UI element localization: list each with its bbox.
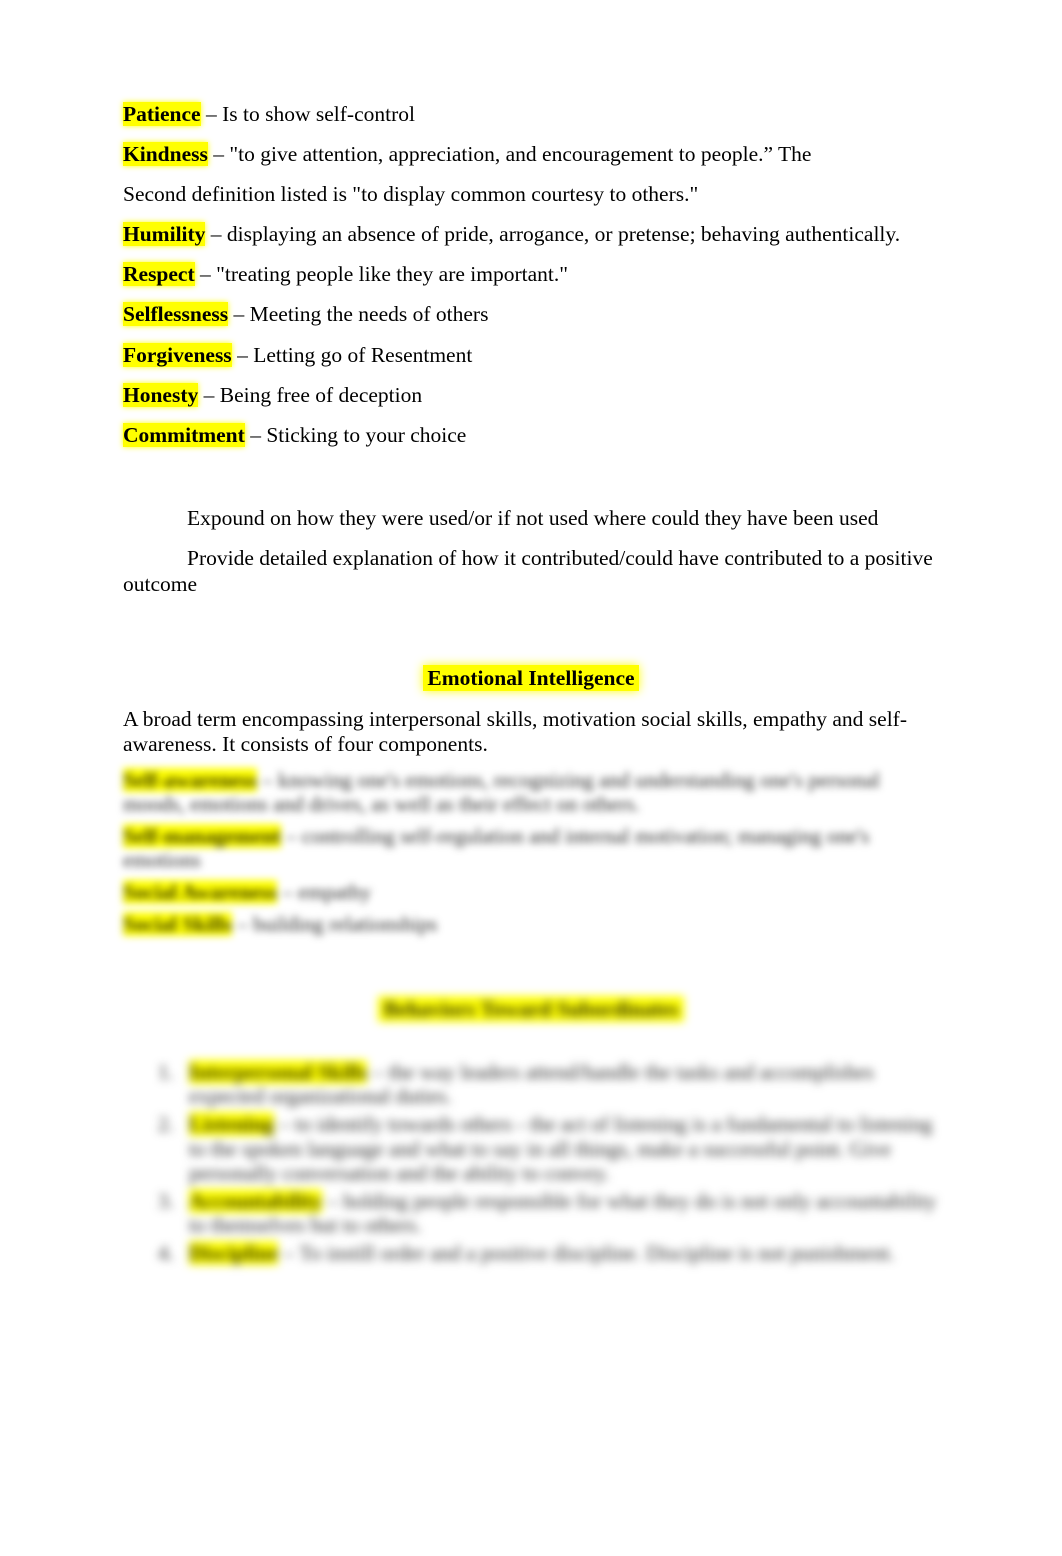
list-item-term: Listening [189, 1112, 274, 1137]
document-page: Patience – Is to show self-control Kindn… [0, 0, 1062, 1556]
trait-line-commitment: Commitment – Sticking to your choice [123, 422, 939, 447]
trait-term: Kindness [123, 142, 208, 167]
component-term: Self-management [123, 823, 281, 848]
list-item-term: Interpersonal Skills [189, 1060, 368, 1085]
component-term: Social Awareness [123, 879, 278, 904]
component-text: – building relationships [231, 911, 438, 936]
trait-term: Forgiveness [123, 342, 232, 367]
list-item-text: – to identify towards others - the act o… [189, 1112, 933, 1185]
trait-definition: – Being free of deception [198, 382, 423, 407]
component-social-awareness: Social Awareness – empathy [123, 879, 939, 905]
behaviors-numbered-list: Interpersonal Skills – the way leaders a… [123, 1060, 939, 1266]
instruction-provide-explanation: Provide detailed explanation of how it c… [123, 546, 933, 597]
trait-term: Respect [123, 262, 195, 287]
list-item: Listening – to identify towards others -… [179, 1112, 939, 1185]
emotional-intelligence-components: Self-awareness – knowing one's emotions,… [123, 767, 939, 937]
heading-text: Behaviors Toward Subordinates [378, 995, 684, 1022]
list-item-term: Discipline [189, 1241, 279, 1266]
trait-definition: – displaying an absence of pride, arroga… [205, 222, 901, 247]
heading-emotional-intelligence: Emotional Intelligence [123, 664, 939, 691]
trait-definition: – "treating people like they are importa… [194, 262, 569, 287]
component-text: – empathy [277, 879, 372, 904]
heading-behaviors-toward-subordinates: Behaviors Toward Subordinates [123, 995, 939, 1022]
trait-line-forgiveness: Forgiveness – Letting go of Resentment [123, 342, 939, 367]
emotional-intelligence-intro: A broad term encompassing interpersonal … [123, 707, 908, 756]
list-item-term: Accountability [189, 1188, 323, 1213]
trait-term: Selflessness [123, 302, 229, 327]
trait-definition: – Sticking to your choice [244, 422, 467, 447]
trait-line-patience: Patience – Is to show self-control [123, 102, 939, 126]
list-item: Accountability – holding people responsi… [179, 1188, 939, 1237]
trait-term: Humility [123, 222, 206, 247]
list-item: Discipline – To instill order and a posi… [179, 1241, 939, 1266]
trait-line-kindness: Kindness – "to give attention, appreciat… [123, 142, 939, 167]
trait-term: Honesty [123, 382, 199, 407]
component-social-skills: Social Skills – building relationships [123, 911, 939, 937]
trait-definition: – "to give attention, appreciation, and … [207, 142, 812, 167]
trait-definition: – Is to show self-control [200, 102, 415, 126]
component-term: Self-awareness [123, 767, 257, 792]
kindness-continuation: Second definition listed is "to display … [123, 182, 699, 207]
trait-definition: – Meeting the needs of others [228, 302, 489, 327]
list-item-text: – To instill order and a positive discip… [278, 1241, 895, 1266]
list-item: Interpersonal Skills – the way leaders a… [179, 1060, 939, 1108]
component-self-management: Self-management – controlling self-regul… [123, 823, 939, 873]
trait-line-humility: Humility – displaying an absence of prid… [123, 222, 939, 247]
component-term: Social Skills [123, 911, 232, 936]
trait-line-selflessness: Selflessness – Meeting the needs of othe… [123, 302, 939, 327]
trait-line-respect: Respect – "treating people like they are… [123, 262, 939, 287]
trait-line-honesty: Honesty – Being free of deception [123, 382, 939, 407]
instruction-expound: Expound on how they were used/or if not … [187, 505, 879, 530]
trait-definition: – Letting go of Resentment [231, 342, 473, 367]
document-body: Patience – Is to show self-control Kindn… [123, 102, 939, 1269]
trait-term: Commitment [123, 422, 245, 447]
trait-term: Patience [123, 102, 201, 126]
heading-text: Emotional Intelligence [423, 664, 639, 691]
component-self-awareness: Self-awareness – knowing one's emotions,… [123, 767, 939, 817]
